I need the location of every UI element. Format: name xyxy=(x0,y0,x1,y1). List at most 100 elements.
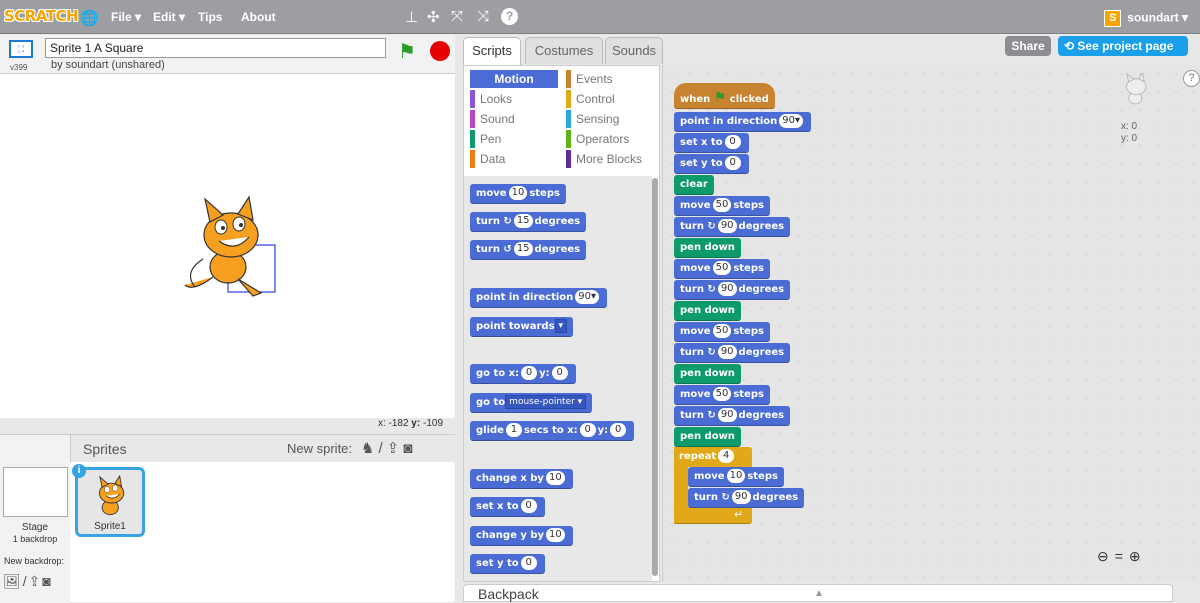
block-number[interactable]: 10 xyxy=(546,528,565,542)
stage-thumbnail[interactable] xyxy=(3,467,68,517)
upload-sprite-icon[interactable]: ⇪ xyxy=(387,440,404,457)
block-point-direction[interactable]: point in direction 90▾ xyxy=(674,112,812,132)
block-move-steps[interactable]: move 50 steps xyxy=(674,259,770,279)
shrink-icon[interactable]: ⤨ xyxy=(477,8,489,25)
block-number[interactable]: 90 xyxy=(717,345,737,359)
block-number[interactable]: 0 xyxy=(520,499,537,513)
block-number[interactable]: 0 xyxy=(610,423,627,437)
zoom-in-icon[interactable]: ⊕ xyxy=(1129,548,1147,564)
block-pen-down[interactable]: pen down xyxy=(674,301,741,321)
block-number[interactable]: 50 xyxy=(712,198,732,212)
stop-icon[interactable] xyxy=(430,41,450,61)
block-number[interactable]: 0 xyxy=(551,366,568,380)
zoom-out-icon[interactable]: ⊖ xyxy=(1097,548,1115,564)
expand-arrow-icon[interactable]: ▲ xyxy=(814,585,824,603)
block-move-steps[interactable]: move 50 steps xyxy=(674,385,770,405)
category-sensing[interactable]: Sensing xyxy=(566,110,654,128)
block-pen-down[interactable]: pen down xyxy=(674,427,741,447)
block-number[interactable]: 50 xyxy=(712,261,732,275)
category-events[interactable]: Events xyxy=(566,70,654,88)
block-when-flag-clicked[interactable]: when ⚑ clicked xyxy=(674,83,775,109)
block-number[interactable]: 50 xyxy=(712,324,732,338)
block-goto-xy[interactable]: go to x: 0 y: 0 xyxy=(470,364,576,384)
globe-icon[interactable]: 🌐 xyxy=(80,9,99,27)
block-number[interactable]: 4 xyxy=(718,449,735,463)
share-button[interactable]: Share xyxy=(1005,36,1051,56)
block-glide[interactable]: glide 1 secs to x: 0 y: 0 xyxy=(470,421,635,441)
tab-scripts[interactable]: Scripts xyxy=(463,37,521,66)
block-turn-left[interactable]: turn ↺ 15 degrees xyxy=(470,240,587,260)
block-point-towards[interactable]: point towards ▾ xyxy=(470,317,574,337)
paint-sprite-icon[interactable]: / xyxy=(378,440,386,457)
category-pen[interactable]: Pen xyxy=(470,130,558,148)
category-motion[interactable]: Motion xyxy=(470,70,558,88)
block-move-steps[interactable]: move 50 steps xyxy=(674,196,770,216)
block-turn-right[interactable]: turn ↻ 90 degrees xyxy=(674,217,791,237)
tab-costumes[interactable]: Costumes xyxy=(525,37,603,64)
duplicate-icon[interactable]: ⊥ xyxy=(405,8,418,26)
paint-backdrop-icon[interactable]: 🖼 xyxy=(3,573,23,589)
block-number[interactable]: 90▾ xyxy=(575,290,600,304)
block-pen-down[interactable]: pen down xyxy=(674,364,741,384)
menu-edit[interactable]: Edit ▾ xyxy=(153,10,185,24)
zoom-reset-icon[interactable]: = xyxy=(1115,548,1129,564)
block-number[interactable]: 10 xyxy=(508,186,528,200)
menu-tips[interactable]: Tips xyxy=(198,10,222,24)
user-menu[interactable]: Ssoundart ▾ xyxy=(1104,10,1188,27)
category-more-blocks[interactable]: More Blocks xyxy=(566,150,654,168)
block-clear[interactable]: clear xyxy=(674,175,714,195)
palette-scrollbar[interactable] xyxy=(652,178,658,576)
category-looks[interactable]: Looks xyxy=(470,90,558,108)
block-number[interactable]: 1 xyxy=(505,423,522,437)
block-move-steps[interactable]: move 10 steps xyxy=(470,184,566,204)
sprite-thumbnail[interactable]: i Sprite1 xyxy=(72,464,145,537)
block-move-steps[interactable]: move 50 steps xyxy=(674,322,770,342)
block-number[interactable]: 10 xyxy=(545,471,565,485)
block-number[interactable]: 0 xyxy=(579,423,596,437)
category-operators[interactable]: Operators xyxy=(566,130,654,148)
category-control[interactable]: Control xyxy=(566,90,654,108)
block-turn-right[interactable]: turn ↻ 90 degrees xyxy=(674,406,791,426)
scratch-logo[interactable]: SCRATCH xyxy=(4,7,79,25)
camera-backdrop-icon[interactable]: ◙ xyxy=(42,573,52,589)
block-number[interactable]: 0 xyxy=(724,135,741,149)
block-number[interactable]: 15 xyxy=(513,214,533,228)
block-set-y[interactable]: set y to 0 xyxy=(470,554,545,574)
project-title-input[interactable] xyxy=(45,38,386,58)
block-dropdown[interactable]: ▾ xyxy=(554,319,568,333)
block-turn-right[interactable]: turn ↻ 90 degrees xyxy=(674,343,791,363)
block-number[interactable]: 10 xyxy=(726,469,746,483)
see-project-page-button[interactable]: ⟲ See project page xyxy=(1058,36,1188,56)
block-number[interactable]: 90 xyxy=(731,490,751,504)
block-number[interactable]: 0 xyxy=(520,556,537,570)
fullscreen-icon[interactable]: ⛶ xyxy=(9,40,33,58)
block-number[interactable]: 0 xyxy=(724,156,741,170)
cat-sprite-icon[interactable] xyxy=(184,195,263,297)
block-set-y[interactable]: set y to 0 xyxy=(674,154,749,174)
block-turn-right[interactable]: turn ↻ 15 degrees xyxy=(470,212,587,232)
upload-backdrop-icon[interactable]: ⇪ xyxy=(29,573,43,589)
block-pen-down[interactable]: pen down xyxy=(674,238,741,258)
help-icon[interactable]: ? xyxy=(501,8,518,25)
camera-sprite-icon[interactable]: ◙ xyxy=(403,440,416,457)
library-sprite-icon[interactable]: ♞ xyxy=(361,440,378,457)
block-number[interactable]: 90 xyxy=(717,219,737,233)
block-dropdown[interactable]: mouse-pointer ▾ xyxy=(505,395,587,409)
help-icon[interactable]: ? xyxy=(1183,70,1200,87)
block-move-steps[interactable]: move 10 steps xyxy=(688,467,784,487)
block-set-x[interactable]: set x to 0 xyxy=(674,133,749,153)
block-change-x[interactable]: change x by 10 xyxy=(470,469,573,489)
block-set-x[interactable]: set x to 0 xyxy=(470,497,545,517)
block-point-direction[interactable]: point in direction 90▾ xyxy=(470,288,608,308)
block-number[interactable]: 90▾ xyxy=(779,114,804,128)
grow-icon[interactable]: ⤧ xyxy=(451,8,463,25)
block-number[interactable]: 90 xyxy=(717,408,737,422)
block-turn-right[interactable]: turn ↻ 90 degrees xyxy=(688,488,805,508)
block-change-y[interactable]: change y by 10 xyxy=(470,526,573,546)
category-data[interactable]: Data xyxy=(470,150,558,168)
block-goto[interactable]: go to mouse-pointer ▾ xyxy=(470,393,593,413)
delete-icon[interactable]: ✣ xyxy=(427,8,440,26)
menu-file[interactable]: File ▾ xyxy=(111,10,141,24)
green-flag-icon[interactable]: ⚑ xyxy=(398,39,416,64)
block-number[interactable]: 0 xyxy=(521,366,538,380)
